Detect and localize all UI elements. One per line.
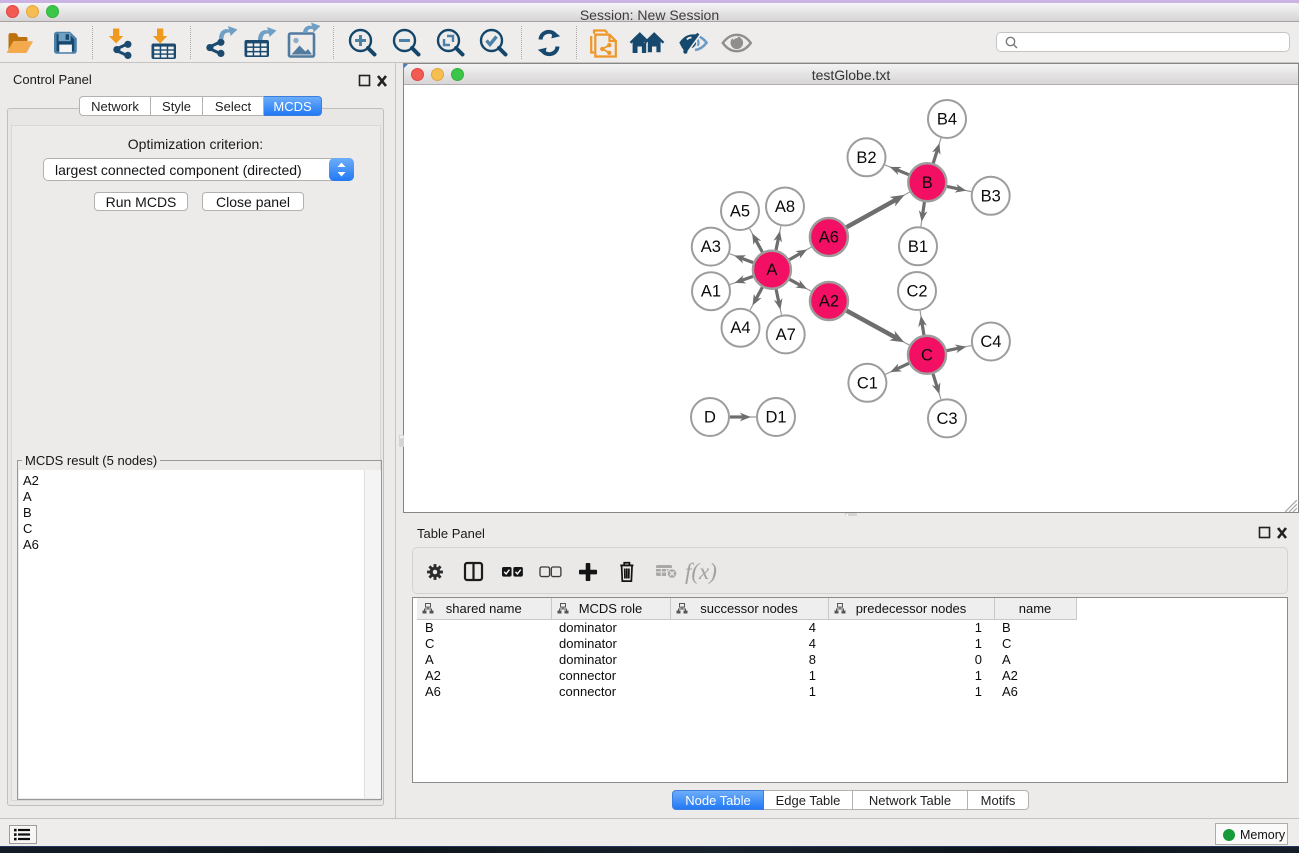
svg-text:D: D (704, 409, 716, 427)
svg-text:A5: A5 (730, 203, 750, 221)
svg-text:A3: A3 (701, 238, 721, 256)
svg-text:D1: D1 (765, 409, 786, 427)
svg-text:A7: A7 (776, 326, 796, 344)
svg-text:A: A (766, 261, 777, 279)
svg-text:C: C (921, 346, 933, 364)
svg-text:B1: B1 (908, 238, 928, 256)
svg-text:C4: C4 (980, 333, 1001, 351)
svg-text:C3: C3 (936, 410, 957, 428)
svg-text:A1: A1 (701, 283, 721, 301)
svg-text:A4: A4 (730, 319, 750, 337)
svg-text:A8: A8 (775, 198, 795, 216)
svg-text:B4: B4 (937, 111, 957, 129)
svg-text:f(x): f(x) (685, 559, 717, 584)
svg-text:C2: C2 (906, 283, 927, 301)
svg-text:A2: A2 (819, 293, 839, 311)
svg-text:B3: B3 (981, 187, 1001, 205)
svg-text:C1: C1 (857, 374, 878, 392)
svg-text:B2: B2 (856, 149, 876, 167)
svg-text:B: B (922, 174, 933, 192)
svg-text:A6: A6 (819, 229, 839, 247)
